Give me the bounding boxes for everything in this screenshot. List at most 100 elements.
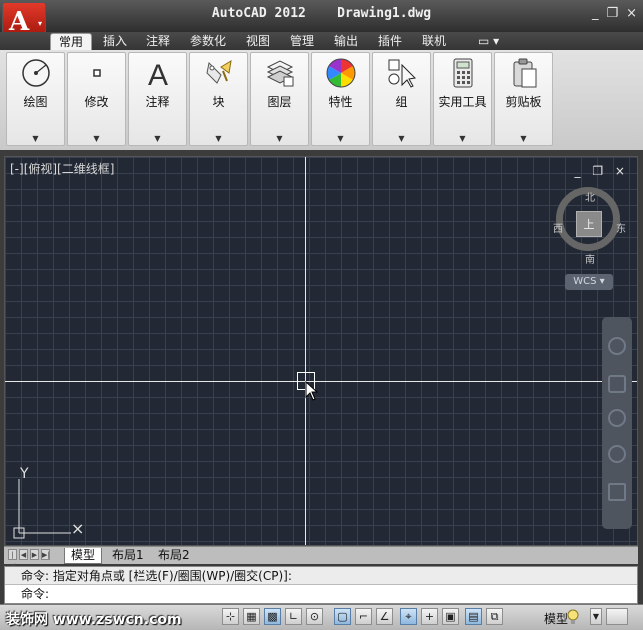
- lineweight-button[interactable]: ▣: [442, 608, 459, 625]
- ortho-mode-button[interactable]: ∟: [285, 608, 302, 625]
- calculator-icon: [453, 58, 473, 88]
- tab-layout2[interactable]: 布局2: [152, 548, 196, 563]
- ribbon-panel-modify[interactable]: 修改 ▼: [67, 52, 126, 146]
- orbit-icon[interactable]: [608, 445, 626, 463]
- chevron-down-icon[interactable]: ▼: [373, 134, 430, 143]
- compass-west[interactable]: 西: [553, 220, 563, 235]
- panel-label: 实用工具: [438, 95, 487, 109]
- crosshair-vertical: [305, 157, 306, 545]
- ribbon-panel-group[interactable]: 组 ▼: [372, 52, 431, 146]
- viewcube-top-face[interactable]: 上: [576, 211, 602, 237]
- ucs-y-label: Y: [20, 466, 29, 482]
- annotation-icon: A: [148, 59, 168, 89]
- ribbon-panel-properties[interactable]: 特性 ▼: [311, 52, 370, 146]
- ribbon-tab-bar: 常用 插入 注释 参数化 视图 管理 输出 插件 联机 ▭ ▾: [0, 32, 643, 51]
- ribbon-panel-utilities[interactable]: 实用工具 ▼: [433, 52, 492, 146]
- panel-label: 组: [395, 95, 408, 109]
- first-layout-button[interactable]: |◀: [8, 549, 17, 570]
- drawing-canvas[interactable]: [-][俯视][二维线框] _ ❐ × 上 北 南 东 西 WCS ▾ Y ×: [4, 156, 638, 546]
- tab-parametric[interactable]: 参数化: [182, 33, 234, 50]
- steering-wheel-icon[interactable]: [608, 337, 626, 355]
- panel-label: 修改: [84, 95, 109, 109]
- tab-home[interactable]: 常用: [50, 33, 93, 51]
- command-window: 命令: 指定对角点或 [栏选(F)/圈围(WP)/圈交(CP)]: 命令:: [4, 566, 638, 604]
- prev-layout-button[interactable]: ◀: [19, 549, 28, 560]
- tab-manage[interactable]: 管理: [282, 33, 322, 50]
- watermark-text: 装饰网 www.zswcn.com: [6, 612, 182, 628]
- object-snap-button[interactable]: ▢: [334, 608, 351, 625]
- showmotion-icon[interactable]: [608, 483, 626, 501]
- close-button[interactable]: ×: [626, 6, 637, 21]
- group-icon: [388, 59, 417, 88]
- next-layout-button[interactable]: ▶: [30, 549, 39, 560]
- panel-label: 注释: [145, 95, 170, 109]
- ucs-x-label: ×: [71, 519, 85, 538]
- snap-mode-button[interactable]: ▦: [243, 608, 260, 625]
- object-snap-tracking-button[interactable]: ∠: [376, 608, 393, 625]
- chevron-down-icon[interactable]: ▼: [251, 134, 308, 143]
- layers-icon: [266, 60, 294, 87]
- tab-view[interactable]: 视图: [238, 33, 278, 50]
- clean-screen-button[interactable]: [606, 608, 628, 625]
- panel-label: 剪贴板: [505, 95, 542, 109]
- chevron-down-icon: ▾: [37, 19, 42, 28]
- grid-display-button[interactable]: ▩: [264, 608, 281, 625]
- status-bar: 装饰网 www.zswcn.com ⊹ ▦ ▩ ∟ ⊙ ▢ ⌐ ∠ ⌖ + ▣ …: [0, 604, 643, 630]
- layout-tab-bar: |◀ ◀ ▶ ▶| 模型 布局1 布局2: [4, 546, 638, 570]
- draw-circle-icon: [22, 59, 50, 87]
- dynamic-input-button[interactable]: +: [421, 608, 438, 625]
- navigation-bar: [602, 317, 632, 529]
- tab-annotate[interactable]: 注释: [138, 33, 178, 50]
- panel-label: 特性: [328, 95, 353, 109]
- status-menu-chevron-icon[interactable]: ▼: [590, 608, 602, 625]
- ribbon-panel-block[interactable]: 块 ▼: [189, 52, 248, 146]
- pan-icon[interactable]: [608, 375, 626, 393]
- ribbon-panel-layers[interactable]: 图层 ▼: [250, 52, 309, 146]
- zoom-icon[interactable]: [608, 409, 626, 427]
- quick-properties-button[interactable]: ⧉: [486, 608, 503, 625]
- block-icon: [206, 60, 232, 84]
- model-space-label[interactable]: 模型: [544, 610, 568, 627]
- command-input[interactable]: 命令:: [5, 586, 637, 603]
- ribbon-panel-draw[interactable]: 绘图 ▼: [6, 52, 65, 146]
- 3d-object-snap-button[interactable]: ⌐: [355, 608, 372, 625]
- dynamic-ucs-button[interactable]: ⌖: [400, 608, 417, 625]
- compass-east[interactable]: 东: [616, 220, 626, 235]
- transparency-button[interactable]: ▤: [465, 608, 482, 625]
- crosshair-horizontal: [5, 381, 637, 382]
- tab-plugins[interactable]: 插件: [370, 33, 410, 50]
- infer-constraints-button[interactable]: ⊹: [222, 608, 239, 625]
- wcs-menu-button[interactable]: WCS ▾: [565, 274, 613, 290]
- tab-layout1[interactable]: 布局1: [106, 548, 150, 563]
- viewport-window-controls[interactable]: _ ❐ ×: [575, 164, 629, 178]
- ribbon-panel-clipboard[interactable]: 剪贴板 ▼: [494, 52, 553, 146]
- tab-overflow-button[interactable]: ▭ ▾: [470, 33, 507, 50]
- window-title: AutoCAD 2012 Drawing1.dwg: [211, 6, 432, 21]
- restore-button[interactable]: ❐: [606, 6, 618, 21]
- svg-text:A: A: [148, 59, 168, 89]
- chevron-down-icon[interactable]: ▼: [495, 134, 552, 143]
- tab-online[interactable]: 联机: [414, 33, 454, 50]
- modify-icon: [93, 69, 101, 77]
- window-controls: _ ❐ ×: [592, 6, 637, 21]
- lightbulb-icon[interactable]: [566, 609, 580, 626]
- tab-insert[interactable]: 插入: [95, 33, 135, 50]
- chevron-down-icon[interactable]: ▼: [68, 134, 125, 143]
- chevron-down-icon[interactable]: ▼: [312, 134, 369, 143]
- last-layout-button[interactable]: ▶|: [41, 549, 50, 560]
- compass-north[interactable]: 北: [585, 189, 595, 204]
- polar-tracking-button[interactable]: ⊙: [306, 608, 323, 625]
- viewport-controls-label[interactable]: [-][俯视][二维线框]: [10, 160, 114, 177]
- chevron-down-icon[interactable]: ▼: [190, 134, 247, 143]
- chevron-down-icon[interactable]: ▼: [7, 134, 64, 143]
- panel-label: 绘图: [23, 95, 48, 109]
- tab-output[interactable]: 输出: [326, 33, 366, 50]
- chevron-down-icon[interactable]: ▼: [129, 134, 186, 143]
- clipboard-icon: [513, 58, 537, 88]
- mouse-pointer-icon: [305, 381, 319, 401]
- ribbon-panel-annotation[interactable]: A 注释 ▼: [128, 52, 187, 146]
- chevron-down-icon[interactable]: ▼: [434, 134, 491, 143]
- minimize-button[interactable]: _: [592, 6, 599, 21]
- tab-model[interactable]: 模型: [64, 548, 103, 564]
- compass-south[interactable]: 南: [585, 251, 595, 266]
